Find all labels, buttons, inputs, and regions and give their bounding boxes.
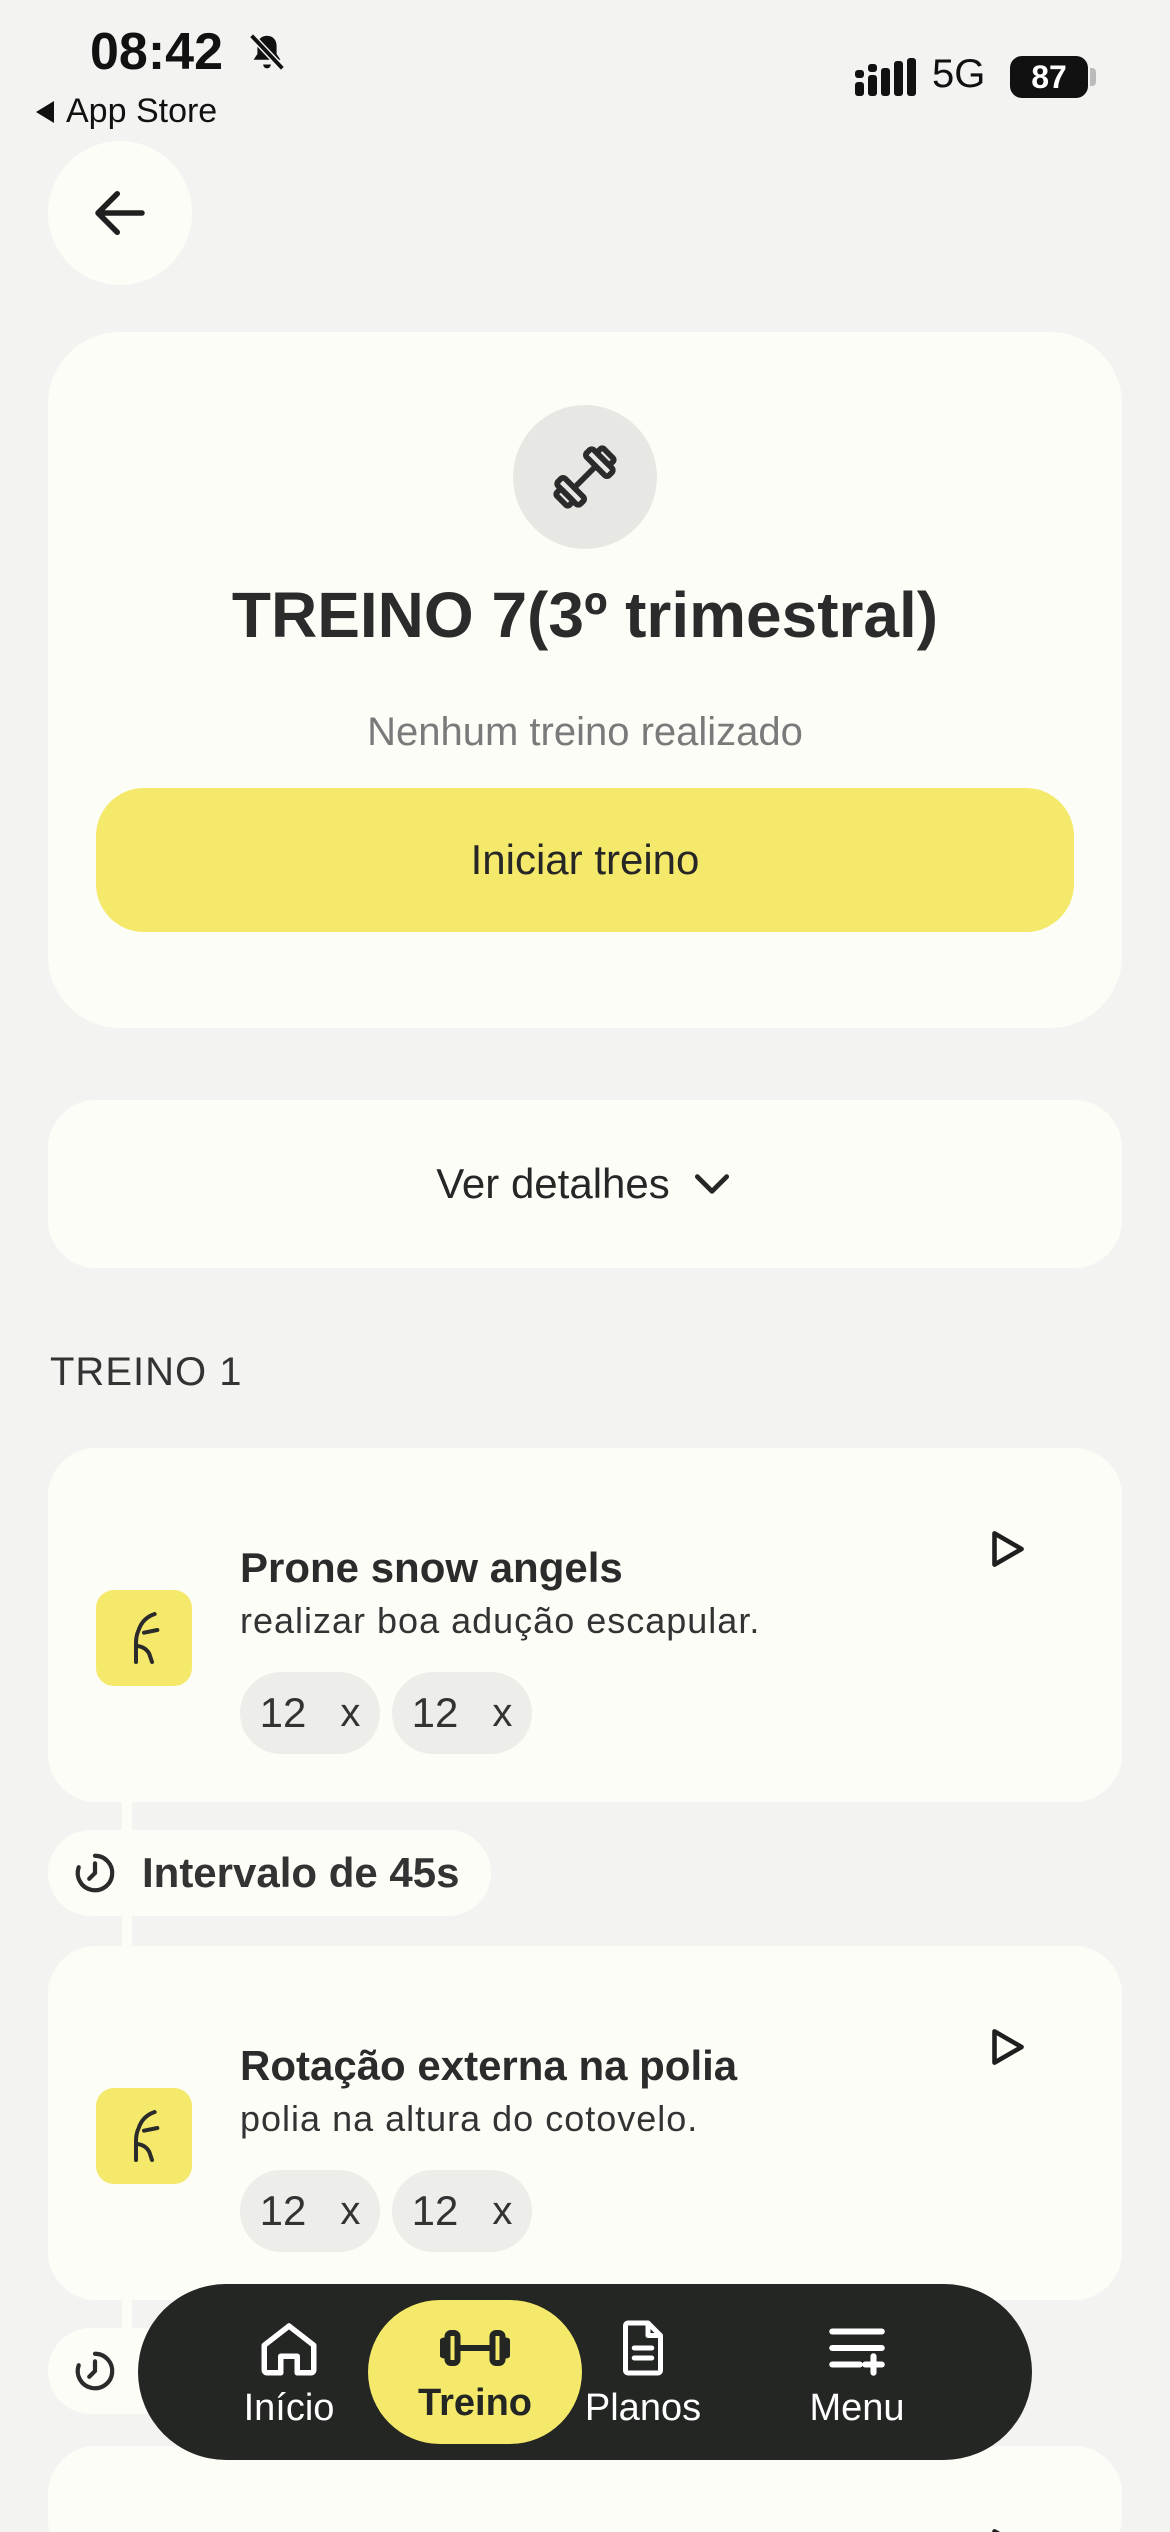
workout-icon-badge <box>513 405 657 549</box>
bell-muted-icon <box>249 33 285 71</box>
interval-label: Intervalo de 45s <box>142 1849 460 1896</box>
view-details-button[interactable]: Ver detalhes <box>48 1100 1122 1268</box>
set-reps: 12 <box>411 1689 459 1736</box>
workout-status: Nenhum treino realizado <box>367 710 803 754</box>
battery-tip <box>1090 68 1096 86</box>
set-reps: 12 <box>259 1689 307 1736</box>
shoulder-muscle-icon <box>96 2088 192 2184</box>
dumbbell-icon <box>553 445 617 509</box>
set-multiplier: x <box>492 1690 513 1735</box>
set-chip: 12 x <box>392 2170 532 2252</box>
start-workout-button[interactable]: Iniciar treino <box>96 788 1074 932</box>
network-type: 5G <box>932 52 986 96</box>
status-time: 08:42 <box>90 23 223 81</box>
exercise-card[interactable]: Prone snow angels realizar boa adução es… <box>48 1448 1122 1802</box>
play-icon[interactable] <box>982 2522 1032 2532</box>
shoulder-muscle-icon <box>96 1590 192 1686</box>
exercise-description: realizar boa adução escapular. <box>240 1600 761 1641</box>
set-reps: 12 <box>259 2187 307 2234</box>
bottom-nav: Início Treino Planos Menu <box>138 2284 1032 2460</box>
signal-icon <box>855 58 916 96</box>
exercise-description: polia na altura do cotovelo. <box>240 2098 699 2139</box>
play-icon[interactable] <box>982 2022 1032 2072</box>
nav-item-planos[interactable]: Planos <box>536 2300 750 2444</box>
back-app-label: App Store <box>66 92 218 130</box>
chevron-down-icon <box>694 1174 729 1194</box>
document-icon <box>623 2320 663 2375</box>
set-multiplier: x <box>340 2188 361 2233</box>
set-chip: 12 x <box>240 1672 380 1754</box>
home-icon <box>261 2322 317 2375</box>
nav-label: Treino <box>417 2381 533 2424</box>
nav-item-menu[interactable]: Menu <box>750 2300 964 2444</box>
set-multiplier: x <box>340 1690 361 1735</box>
workout-title: TREINO 7(3º trimestral) <box>231 579 939 651</box>
arrow-left-icon <box>95 191 145 235</box>
nav-label: Planos <box>584 2386 702 2429</box>
battery-level: 87 <box>1010 56 1088 98</box>
timer-icon <box>75 2351 115 2391</box>
dumbbell-icon <box>440 2329 510 2366</box>
set-multiplier: x <box>492 2188 513 2233</box>
exercise-name: Prone snow angels <box>240 1544 623 1591</box>
play-icon[interactable] <box>982 1524 1032 1574</box>
set-chip: 12 x <box>392 1672 532 1754</box>
back-button[interactable] <box>48 141 192 285</box>
timer-icon <box>75 1853 115 1893</box>
exercise-name: Rotação externa na polia <box>240 2042 738 2089</box>
back-to-app-link[interactable]: App Store <box>36 92 217 131</box>
set-chip: 12 x <box>240 2170 380 2252</box>
section-title: TREINO 1 <box>50 1350 243 1394</box>
back-triangle-icon <box>36 100 54 123</box>
menu-add-icon <box>829 2327 885 2376</box>
nav-label: Início <box>243 2386 335 2429</box>
set-reps: 12 <box>411 2187 459 2234</box>
nav-label: Menu <box>809 2386 905 2429</box>
view-details-label: Ver detalhes <box>436 1160 670 1207</box>
exercise-card[interactable]: Rotação externa na polia polia na altura… <box>48 1946 1122 2300</box>
nav-item-inicio[interactable]: Início <box>182 2300 396 2444</box>
rest-interval: Intervalo de 45s <box>48 1830 492 1916</box>
